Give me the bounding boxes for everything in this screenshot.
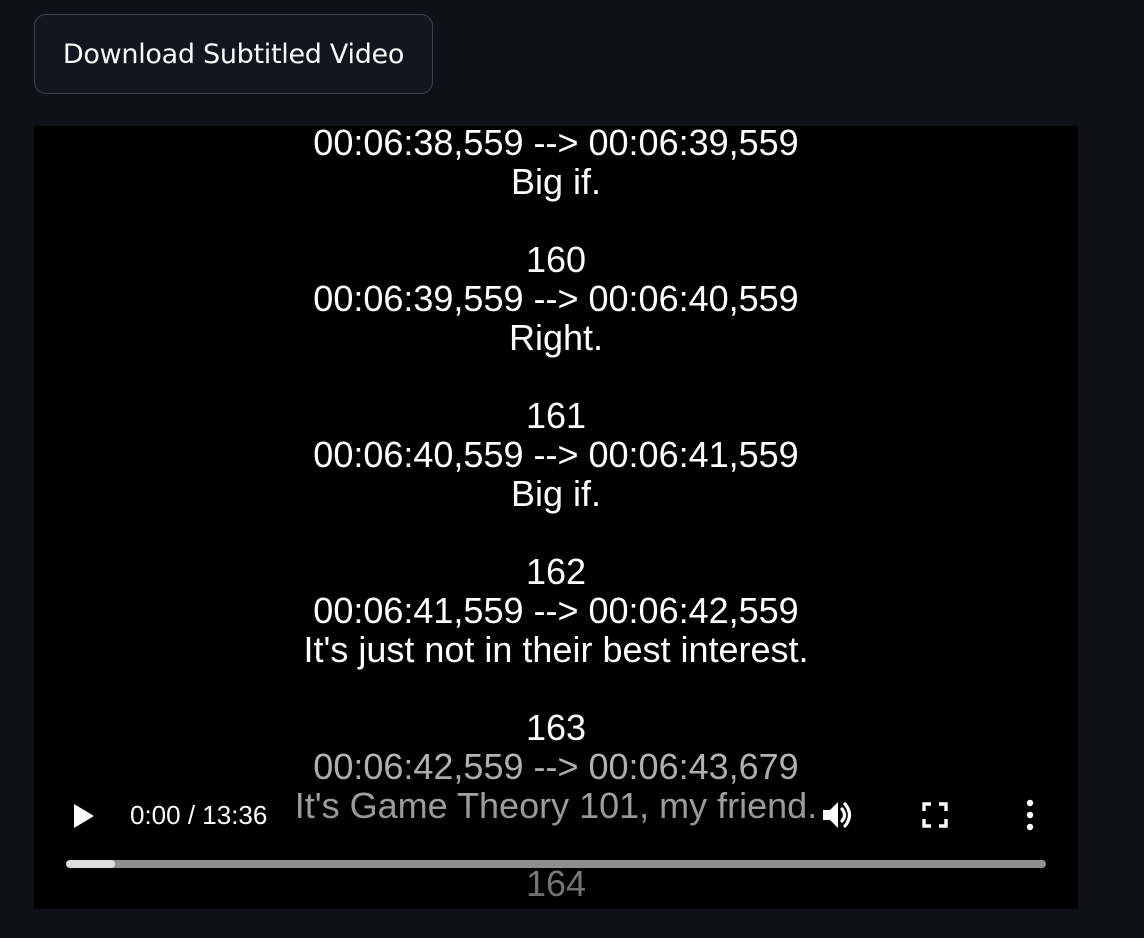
play-icon	[74, 804, 94, 828]
subtitle-cue: 164	[34, 864, 1078, 903]
cue-index: 163	[525, 707, 587, 748]
volume-icon	[823, 802, 852, 828]
cue-text: Big if.	[510, 473, 602, 514]
cue-index: 160	[525, 239, 587, 280]
cue-timing: 00:06:38,559 --> 00:06:39,559	[313, 126, 799, 163]
play-button[interactable]	[62, 794, 106, 838]
time-display: 0:00 / 13:36	[130, 800, 268, 830]
volume-button[interactable]	[814, 792, 860, 838]
subtitle-cue: 161 00:06:40,559 --> 00:06:41,559 Big if…	[34, 396, 1078, 513]
cue-index: 164	[525, 863, 587, 904]
cue-text: Right.	[508, 317, 604, 358]
cue-text: It's just not in their best interest.	[303, 629, 809, 670]
video-player[interactable]: 159 00:06:38,559 --> 00:06:39,559 Big if…	[34, 126, 1078, 909]
fullscreen-button[interactable]	[912, 792, 958, 838]
cue-timing: 00:06:42,559 --> 00:06:43,679	[313, 746, 799, 787]
cue-timing: 00:06:40,559 --> 00:06:41,559	[313, 434, 799, 475]
more-options-button[interactable]	[1008, 792, 1052, 838]
cue-index: 161	[525, 395, 587, 436]
cue-timing: 00:06:41,559 --> 00:06:42,559	[313, 590, 799, 631]
cue-timing: 00:06:39,559 --> 00:06:40,559	[313, 278, 799, 319]
more-vertical-icon	[1026, 799, 1034, 831]
progress-buffered	[66, 860, 115, 868]
download-subtitled-video-button[interactable]: Download Subtitled Video	[34, 14, 433, 94]
subtitle-cue: 160 00:06:39,559 --> 00:06:40,559 Right.	[34, 240, 1078, 357]
cue-index: 162	[525, 551, 587, 592]
fullscreen-icon	[922, 802, 948, 828]
progress-bar[interactable]	[66, 860, 1046, 868]
subtitle-cue: 162 00:06:41,559 --> 00:06:42,559 It's j…	[34, 552, 1078, 669]
subtitle-cue: 159 00:06:38,559 --> 00:06:39,559 Big if…	[34, 126, 1078, 201]
cue-text: Big if.	[510, 161, 602, 202]
